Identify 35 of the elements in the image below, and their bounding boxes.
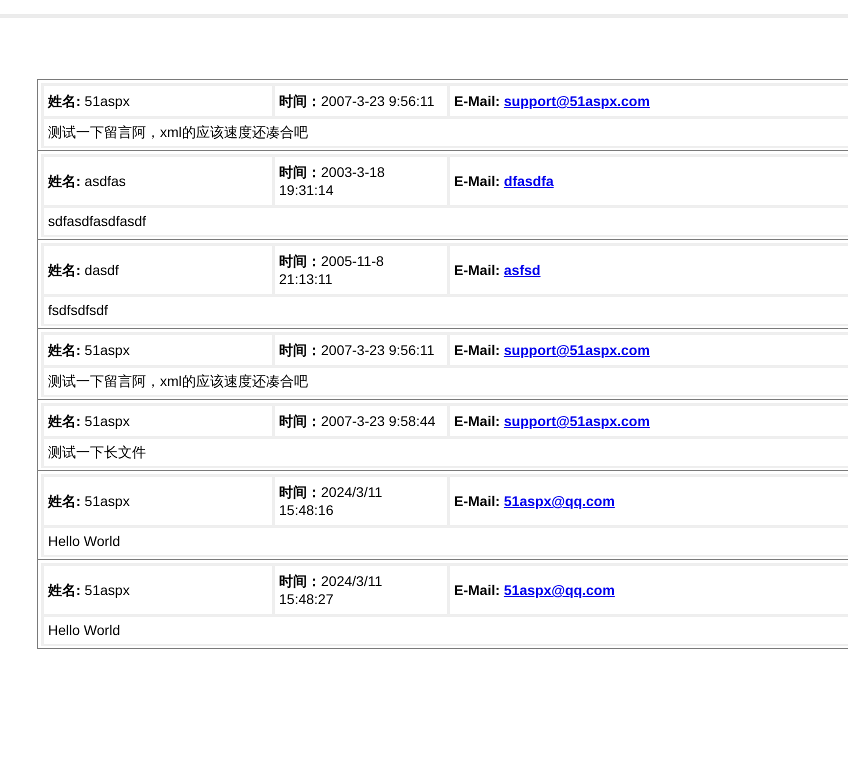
name-cell: 姓名: 51aspx	[44, 406, 272, 436]
email-link[interactable]: dfasdfa	[504, 172, 554, 190]
time-cell: 时间：2007-3-23 9:56:11	[275, 335, 447, 365]
name-cell: 姓名: asdfas	[44, 157, 272, 205]
name-cell: 姓名: dasdf	[44, 246, 272, 294]
email-link[interactable]: 51aspx@qq.com	[504, 492, 615, 510]
message-cell: 测试一下留言阿，xml的应该速度还凑合吧	[44, 368, 848, 395]
time-cell: 时间：2007-3-23 9:56:11	[275, 86, 447, 116]
email-link[interactable]: support@51aspx.com	[504, 412, 650, 430]
message-cell: 测试一下长文件	[44, 439, 848, 466]
time-cell: 时间：2005-11-8 21:13:11	[275, 246, 447, 294]
time-cell: 时间：2003-3-18 19:31:14	[275, 157, 447, 205]
email-label: E-Mail:	[454, 341, 500, 359]
email-label: E-Mail:	[454, 581, 500, 599]
message-cell: sdfasdfasdfasdf	[44, 208, 848, 235]
email-label: E-Mail:	[454, 492, 500, 510]
name-cell: 姓名: 51aspx	[44, 335, 272, 365]
email-label: E-Mail:	[454, 261, 500, 279]
email-link[interactable]: support@51aspx.com	[504, 341, 650, 359]
message-cell: fsdfsdfsdf	[44, 297, 848, 324]
name-cell: 姓名: 51aspx	[44, 477, 272, 525]
name-cell: 姓名: 51aspx	[44, 566, 272, 614]
message-cell: Hello World	[44, 617, 848, 644]
email-link[interactable]: support@51aspx.com	[504, 92, 650, 110]
email-label: E-Mail:	[454, 172, 500, 190]
email-label: E-Mail:	[454, 412, 500, 430]
time-cell: 时间：2024/3/11 15:48:27	[275, 566, 447, 614]
message-cell: 测试一下留言阿，xml的应该速度还凑合吧	[44, 119, 848, 146]
email-link[interactable]: asfsd	[504, 261, 540, 279]
time-cell: 时间：2024/3/11 15:48:16	[275, 477, 447, 525]
email-link[interactable]: 51aspx@qq.com	[504, 581, 615, 599]
name-cell: 姓名: 51aspx	[44, 86, 272, 116]
email-label: E-Mail:	[454, 92, 500, 110]
time-cell: 时间：2007-3-23 9:58:44	[275, 406, 447, 436]
message-cell: Hello World	[44, 528, 848, 555]
